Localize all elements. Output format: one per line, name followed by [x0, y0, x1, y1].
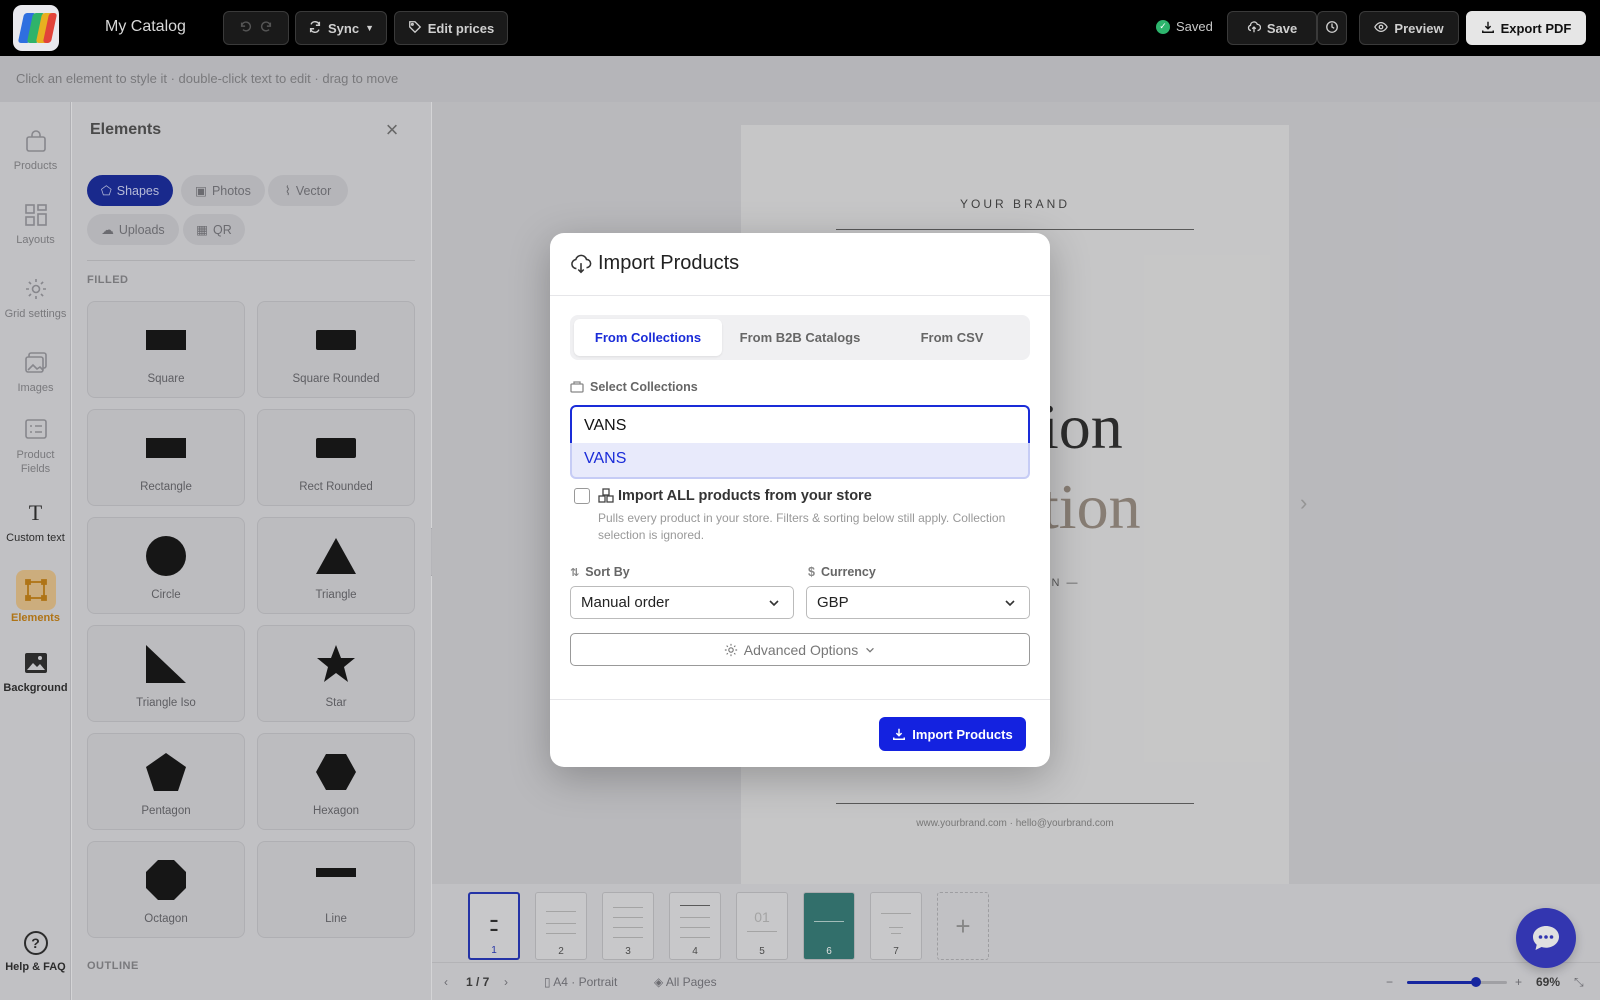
- tag-icon: [408, 20, 422, 37]
- import-button-label: Import Products: [912, 726, 1013, 742]
- chevron-down-icon: [769, 600, 779, 607]
- cubes-icon: [598, 488, 614, 503]
- catalog-title[interactable]: My Catalog: [105, 18, 186, 36]
- sync-label: Sync: [328, 20, 360, 36]
- sync-icon: [308, 20, 322, 37]
- sort-value: Manual order: [581, 594, 670, 611]
- eye-icon: [1374, 20, 1389, 37]
- cloud-upload-icon: [1247, 20, 1261, 37]
- select-collections-label: Select Collections: [570, 380, 698, 394]
- import-all-label: Import ALL products from your store: [598, 488, 872, 504]
- sort-icon: ⇅: [570, 566, 580, 579]
- sort-by-label: ⇅ Sort By: [570, 565, 630, 579]
- modal-title: Import Products: [598, 252, 740, 274]
- currency-value: GBP: [817, 594, 849, 611]
- advanced-options-label: Advanced Options: [743, 641, 859, 658]
- sort-by-select[interactable]: Manual order: [570, 586, 794, 619]
- save-label: Save: [1266, 20, 1298, 36]
- download-icon: [1481, 20, 1495, 37]
- currency-select[interactable]: GBP: [806, 586, 1030, 619]
- sync-button[interactable]: Sync ▼: [295, 11, 387, 45]
- import-products-modal: Import Products From Collections From B2…: [550, 233, 1050, 767]
- chevron-down-icon: [1005, 600, 1015, 607]
- sort-label-text: Sort By: [585, 565, 630, 579]
- export-pdf-button[interactable]: Export PDF: [1466, 11, 1586, 45]
- import-source-tabs: From Collections From B2B Catalogs From …: [570, 315, 1030, 360]
- saved-label: Saved: [1176, 19, 1213, 34]
- preview-label: Preview: [1394, 20, 1444, 36]
- advanced-options-button[interactable]: Advanced Options: [570, 633, 1030, 666]
- preview-button[interactable]: Preview: [1359, 11, 1459, 45]
- edit-prices-label: Edit prices: [427, 20, 495, 36]
- history-button[interactable]: [1317, 11, 1347, 45]
- folder-icon: [570, 381, 584, 393]
- tab-from-csv[interactable]: From CSV: [878, 319, 1026, 356]
- modal-footer-divider: [550, 699, 1050, 700]
- download-icon: [893, 728, 906, 740]
- clock-icon: [1325, 20, 1339, 37]
- undo-icon[interactable]: [239, 20, 253, 37]
- saved-status: ✓ Saved: [1156, 19, 1213, 34]
- dropdown-option[interactable]: VANS: [584, 450, 626, 468]
- save-button[interactable]: Save: [1227, 11, 1317, 45]
- redo-icon[interactable]: [259, 20, 273, 37]
- edit-prices-button[interactable]: Edit prices: [394, 11, 508, 45]
- currency-label-text: Currency: [820, 565, 876, 579]
- collections-dropdown: VANS: [570, 443, 1030, 479]
- chevron-down-icon: [866, 647, 875, 653]
- modal-header: Import Products: [550, 233, 1050, 296]
- import-all-label-text: Import ALL products from your store: [618, 488, 872, 504]
- tab-from-collections[interactable]: From Collections: [574, 319, 722, 356]
- dollar-icon: $: [808, 565, 815, 579]
- app-logo[interactable]: [13, 5, 59, 51]
- top-bar: My Catalog Sync ▼ Edit prices ✓ Saved Sa…: [0, 0, 1600, 56]
- currency-label: $ Currency: [808, 565, 876, 579]
- undo-redo-group: [223, 11, 289, 45]
- cloud-download-icon: [571, 254, 592, 274]
- import-products-button[interactable]: Import Products: [879, 717, 1026, 751]
- import-all-description: Pulls every product in your store. Filte…: [598, 511, 1006, 542]
- tab-from-b2b-catalogs[interactable]: From B2B Catalogs: [726, 319, 874, 356]
- export-label: Export PDF: [1500, 20, 1572, 36]
- caret-down-icon: ▼: [365, 23, 374, 33]
- gear-icon: [724, 643, 737, 656]
- import-all-checkbox[interactable]: [574, 488, 590, 504]
- check-circle-icon: ✓: [1156, 19, 1170, 34]
- collections-search-input[interactable]: [570, 405, 1030, 445]
- collections-label-text: Select Collections: [590, 380, 698, 394]
